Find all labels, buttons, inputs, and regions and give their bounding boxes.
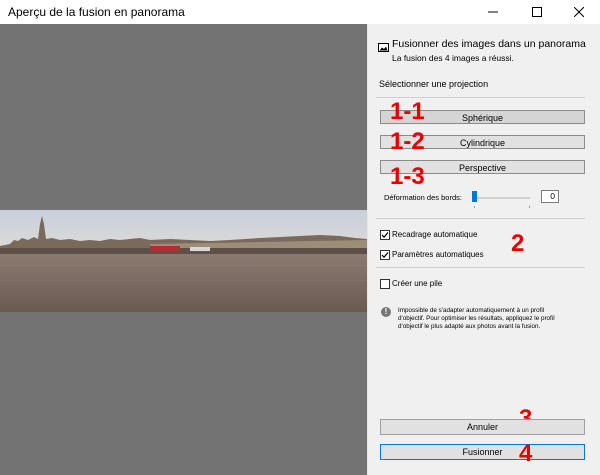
minimize-button[interactable] — [472, 0, 514, 24]
cancel-button[interactable]: Annuler — [380, 419, 585, 435]
panorama-preview-image — [0, 210, 367, 312]
minimize-icon — [488, 11, 498, 13]
divider — [376, 267, 585, 268]
callout-label: 1-3 — [390, 163, 425, 190]
boundary-warp-label: Déformation des bords: — [384, 193, 462, 202]
panel-title: Fusionner des images dans un panorama — [392, 38, 586, 50]
auto-settings-checkbox[interactable] — [380, 250, 390, 260]
checkmark-icon — [381, 232, 389, 239]
boundary-warp-slider-thumb[interactable] — [472, 191, 477, 202]
close-button[interactable] — [558, 0, 600, 24]
merge-status: La fusion des 4 images a réussi. — [392, 53, 514, 63]
callout-label: 2 — [511, 230, 525, 257]
checkmark-icon — [381, 252, 389, 259]
boundary-warp-value-input[interactable]: 0 — [541, 190, 559, 203]
lens-profile-warning: Impossible de s'adapter automatiquement … — [398, 307, 555, 331]
merge-button[interactable]: Fusionner — [380, 444, 585, 460]
auto-crop-label[interactable]: Recadrage automatique — [392, 230, 477, 239]
callout-label: 4 — [519, 440, 533, 467]
auto-crop-checkbox[interactable] — [380, 230, 390, 240]
projection-label: Sélectionner une projection — [379, 79, 489, 89]
panorama-preview-area — [0, 24, 367, 475]
create-stack-checkbox[interactable] — [380, 279, 390, 289]
slider-ticks — [474, 206, 530, 208]
maximize-button[interactable] — [516, 0, 558, 24]
boundary-warp-slider-track[interactable] — [474, 197, 530, 199]
info-icon: ! — [381, 307, 391, 317]
callout-label: 1-2 — [390, 128, 425, 155]
divider — [376, 218, 585, 219]
maximize-icon — [532, 7, 542, 17]
panorama-icon — [378, 39, 389, 57]
create-stack-label[interactable]: Créer une pile — [392, 279, 442, 288]
close-icon — [574, 7, 584, 17]
window-title: Aperçu de la fusion en panorama — [8, 5, 185, 19]
title-bar: Aperçu de la fusion en panorama — [0, 0, 600, 24]
callout-label: 1-1 — [390, 98, 425, 125]
settings-panel: Fusionner des images dans un panorama La… — [368, 24, 600, 475]
auto-settings-label[interactable]: Paramètres automatiques — [392, 250, 484, 259]
